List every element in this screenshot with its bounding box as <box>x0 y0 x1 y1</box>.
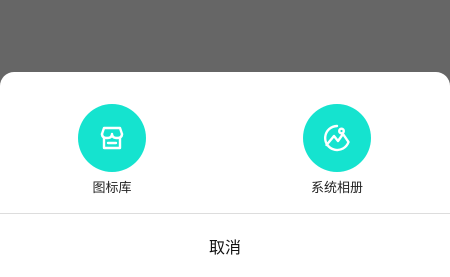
system-album-circle <box>303 104 371 172</box>
storefront-icon <box>100 126 124 150</box>
image-gallery-icon <box>324 124 350 152</box>
system-album-label: 系统相册 <box>310 181 363 196</box>
cancel-button[interactable]: 取消 <box>0 214 450 277</box>
system-album-option[interactable]: 系统相册 <box>277 104 397 198</box>
icon-library-label: 图标库 <box>92 181 132 196</box>
icon-library-circle <box>78 104 146 172</box>
icon-library-option[interactable]: 图标库 <box>52 104 172 198</box>
action-sheet: 图标库 系统相册 取消 <box>0 72 450 277</box>
